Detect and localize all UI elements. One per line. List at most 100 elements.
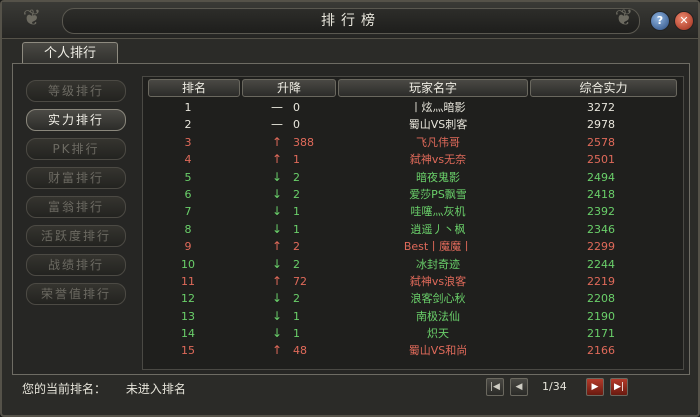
change-value: 2 [293, 292, 300, 306]
change-value: 2 [293, 257, 300, 271]
header-player-name[interactable]: 玩家名字 [338, 79, 528, 97]
rank-cell: 6 [184, 187, 192, 201]
player-name: 爱莎PS飘雪 [409, 187, 467, 201]
change-value: 2 [293, 240, 300, 254]
change-direction-icon: ↑ [271, 134, 283, 149]
rank-cell: 15 [181, 344, 195, 358]
table-row[interactable]: 12 ↓ 2 浪客剑心秋 2208 [143, 290, 683, 307]
rank-cell: 8 [184, 222, 192, 236]
help-icon[interactable]: ? [650, 11, 670, 31]
header-rank[interactable]: 排名 [148, 79, 240, 97]
change-value: 72 [293, 274, 307, 288]
ranking-table: 排名 升降 玩家名字 综合实力 1—0 丨炫灬暗影 3272 2—0 蜀山VS刺客 297… [142, 76, 684, 370]
rank-cell: 10 [181, 257, 195, 271]
power-value: 2578 [587, 135, 615, 149]
player-name: 弑神vs浪客 [409, 274, 467, 288]
table-row[interactable]: 1 — 0 丨炫灬暗影 3272 [143, 99, 683, 116]
table-body: 1 — 0 丨炫灬暗影 3272 2—0 蜀山VS刺客 2978 3 ↑ 388 飞凡伟哥 2578 4 ↑… [143, 99, 683, 360]
sidebar-item-level-ranking[interactable]: 等级排行 [26, 80, 126, 102]
sidebar-item-rich-ranking[interactable]: 富翁排行 [26, 196, 126, 218]
power-value: 2208 [587, 292, 615, 306]
wing-ornament-right-icon: ❦ [614, 6, 634, 31]
table-row[interactable]: 13 ↓ 1 南极法仙 2190 [143, 308, 683, 325]
change-direction-icon: ↓ [271, 326, 283, 341]
current-rank-value: 未进入排名 [125, 382, 186, 396]
change-direction-icon: ↓ [271, 186, 283, 201]
power-value: 2299 [587, 240, 615, 254]
power-value: 2978 [587, 118, 615, 132]
change-value: 388 [293, 135, 314, 149]
header-change[interactable]: 升降 [242, 79, 336, 97]
table-row[interactable]: 7 ↓ 1 哇噻灬灰机 2392 [143, 203, 683, 220]
power-value: 2166 [587, 344, 615, 358]
change-value: 0 [293, 101, 300, 114]
power-value: 3272 [587, 101, 615, 114]
table-row[interactable]: 3 ↑ 388 飞凡伟哥 2578 [143, 134, 683, 151]
sidebar-item-power-ranking[interactable]: 实力排行 [26, 109, 126, 131]
first-page-icon[interactable]: |◀ [486, 378, 504, 396]
change-direction-icon: ↓ [271, 291, 283, 306]
player-name: 炽天 [427, 327, 449, 341]
player-name: 丨炫灬暗影 [410, 101, 466, 114]
change-value: 1 [293, 309, 300, 323]
rank-cell: 3 [184, 135, 192, 149]
change-direction-icon: ↓ [271, 308, 283, 323]
prev-page-icon[interactable]: ◀ [510, 378, 528, 396]
change-direction-icon: ↑ [271, 152, 283, 167]
next-page-icon[interactable]: ▶ [586, 378, 604, 396]
power-value: 2190 [587, 309, 615, 323]
current-rank-label: 您的当前排名： [22, 382, 107, 396]
power-value: 2346 [587, 222, 615, 236]
player-name: 哇噻灬灰机 [410, 205, 466, 219]
rank-cell: 9 [184, 240, 192, 254]
tab-personal-ranking[interactable]: 个人排行 [22, 42, 118, 65]
page-indicator: 1/34 [542, 380, 567, 393]
player-name: 飞凡伟哥 [416, 135, 460, 149]
wing-ornament-left-icon: ❦ [22, 6, 42, 31]
rank-cell: 1 [184, 101, 192, 114]
rank-cell: 12 [181, 292, 195, 306]
change-value: 2 [293, 187, 300, 201]
power-value: 2244 [587, 257, 615, 271]
table-row[interactable]: 9 ↑ 2 Best丨魔魔丨 2299 [143, 238, 683, 255]
power-value: 2392 [587, 205, 615, 219]
change-direction-icon: — [271, 117, 283, 132]
player-name: 逍遥丿丶枫 [410, 222, 466, 236]
close-icon[interactable]: ✕ [674, 11, 694, 31]
last-page-icon[interactable]: ▶| [610, 378, 628, 396]
change-direction-icon: — [271, 100, 283, 114]
change-value: 1 [293, 222, 300, 236]
ranking-window: ❦ 排行榜 ❦ ? ✕ 个人排行 等级排行 实力排行 PK排行 财富排行 富翁排… [0, 0, 700, 417]
table-row[interactable]: 10 ↓ 2 冰封奇迹 2244 [143, 256, 683, 273]
table-row[interactable]: 6 ↓ 2 爱莎PS飘雪 2418 [143, 186, 683, 203]
sidebar-item-honor-ranking[interactable]: 荣誉值排行 [26, 283, 126, 305]
table-row[interactable]: 15 ↑ 48 蜀山VS和尚 2166 [143, 342, 683, 359]
rank-cell: 4 [184, 153, 192, 167]
change-value: 1 [293, 153, 300, 167]
table-row[interactable]: 11 ↑ 72 弑神vs浪客 2219 [143, 273, 683, 290]
player-name: 暗夜鬼影 [416, 170, 460, 184]
title-bar[interactable]: ❦ 排行榜 ❦ ? ✕ [2, 2, 698, 39]
change-direction-icon: ↓ [271, 169, 283, 184]
sidebar-item-activity-ranking[interactable]: 活跃度排行 [26, 225, 126, 247]
sidebar-item-pk-ranking[interactable]: PK排行 [26, 138, 126, 160]
table-row[interactable]: 5 ↓ 2 暗夜鬼影 2494 [143, 169, 683, 186]
player-name: 浪客剑心秋 [410, 292, 466, 306]
table-row[interactable]: 8 ↓ 1 逍遥丿丶枫 2346 [143, 221, 683, 238]
sidebar-item-wealth-ranking[interactable]: 财富排行 [26, 167, 126, 189]
table-row[interactable]: 2 — 0 蜀山VS刺客 2978 [143, 116, 683, 133]
player-name: 弑神vs无奈 [409, 153, 467, 167]
table-header: 排名 升降 玩家名字 综合实力 [143, 77, 683, 97]
player-name: Best丨魔魔丨 [403, 240, 473, 254]
header-power[interactable]: 综合实力 [530, 79, 677, 97]
table-row[interactable]: 14 ↓ 1 炽天 2171 [143, 325, 683, 342]
change-direction-icon: ↓ [271, 256, 283, 271]
sidebar-item-battle-ranking[interactable]: 战绩排行 [26, 254, 126, 276]
change-direction-icon: ↓ [271, 221, 283, 236]
player-name: 蜀山VS和尚 [408, 344, 468, 358]
change-value: 1 [293, 205, 300, 219]
change-value: 48 [293, 344, 307, 358]
current-rank-footer: 您的当前排名： 未进入排名 [22, 380, 202, 397]
rank-cell: 13 [181, 309, 195, 323]
table-row[interactable]: 4 ↑ 1 弑神vs无奈 2501 [143, 151, 683, 168]
